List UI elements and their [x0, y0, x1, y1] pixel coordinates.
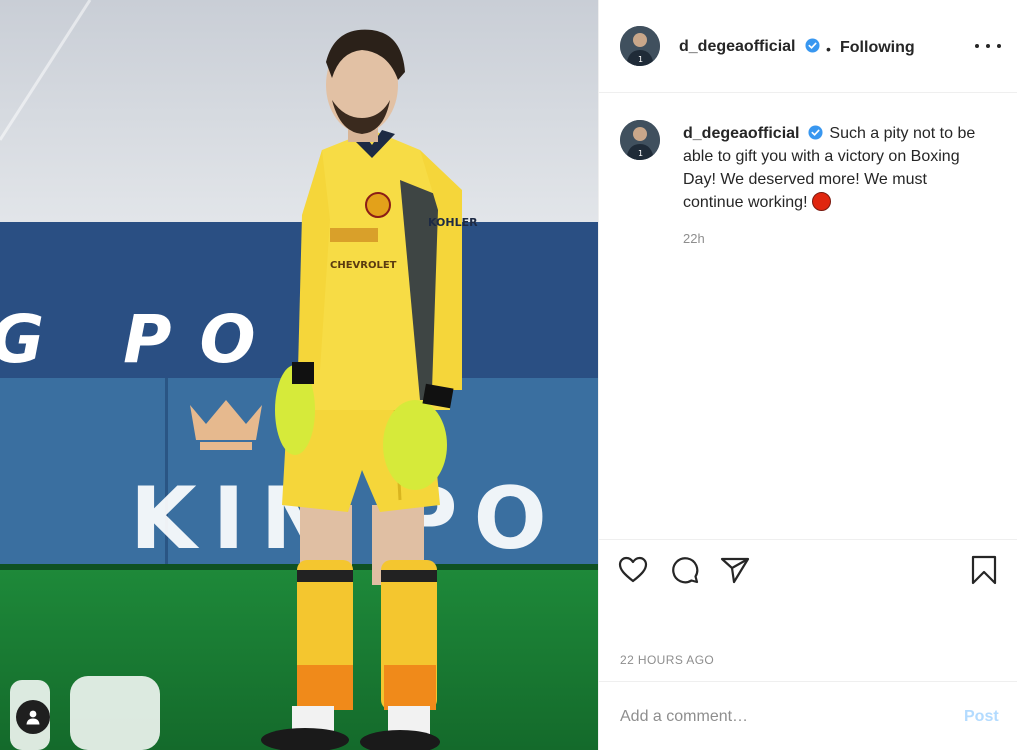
goalkeeper-photo: G PO N KIN PO CHEVROLET KOHLER: [0, 0, 598, 750]
action-bar: [599, 539, 1017, 601]
following-button[interactable]: Following: [840, 39, 915, 57]
svg-text:1: 1: [638, 55, 643, 64]
more-options-button[interactable]: [975, 36, 1001, 56]
username[interactable]: d_degeaofficial: [679, 38, 795, 56]
user-tag-button[interactable]: [16, 700, 50, 734]
share-button[interactable]: [719, 554, 751, 586]
post-timestamp[interactable]: 22 HOURS AGO: [620, 653, 714, 667]
comment-box: Post: [599, 681, 1017, 750]
caption-text: d_degeaofficial Such a pity not to be ab…: [683, 122, 983, 214]
svg-text:1: 1: [638, 149, 643, 158]
save-button[interactable]: [968, 554, 1000, 586]
verified-badge-icon: [805, 38, 820, 53]
comment-button[interactable]: [669, 554, 701, 586]
verified-badge-icon: [808, 125, 823, 140]
post-photo[interactable]: G PO N KIN PO CHEVROLET KOHLER: [0, 0, 598, 750]
user-tag-icon: [26, 710, 40, 725]
post-header: 1 d_degeaofficial • Following: [599, 0, 1017, 93]
like-button[interactable]: [617, 554, 649, 586]
heart-icon: [618, 556, 648, 583]
caption-area: 1 d_degeaofficial Such a pity not to be …: [599, 93, 1017, 539]
more-dot: [997, 44, 1001, 48]
avatar[interactable]: 1: [620, 120, 660, 160]
separator-dot: •: [826, 41, 831, 57]
comment-icon: [672, 557, 699, 584]
post-sidebar: 1 d_degeaofficial • Following 1 d_degeao…: [598, 0, 1017, 750]
send-icon: [720, 557, 750, 584]
comment-input[interactable]: [620, 704, 930, 730]
post-comment-button[interactable]: Post: [964, 708, 999, 726]
profile-picture: 1: [620, 26, 660, 66]
caption-time[interactable]: 22h: [683, 231, 705, 246]
bookmark-icon: [971, 555, 997, 585]
red-circle-emoji: [811, 192, 831, 211]
shirt-sponsor: CHEVROLET: [330, 260, 397, 271]
caption-username[interactable]: d_degeaofficial: [683, 125, 799, 142]
more-dot: [986, 44, 990, 48]
profile-picture: 1: [620, 120, 660, 160]
sleeve-sponsor: KOHLER: [428, 216, 478, 229]
more-horizontal-icon: [975, 44, 979, 48]
avatar[interactable]: 1: [620, 26, 660, 66]
